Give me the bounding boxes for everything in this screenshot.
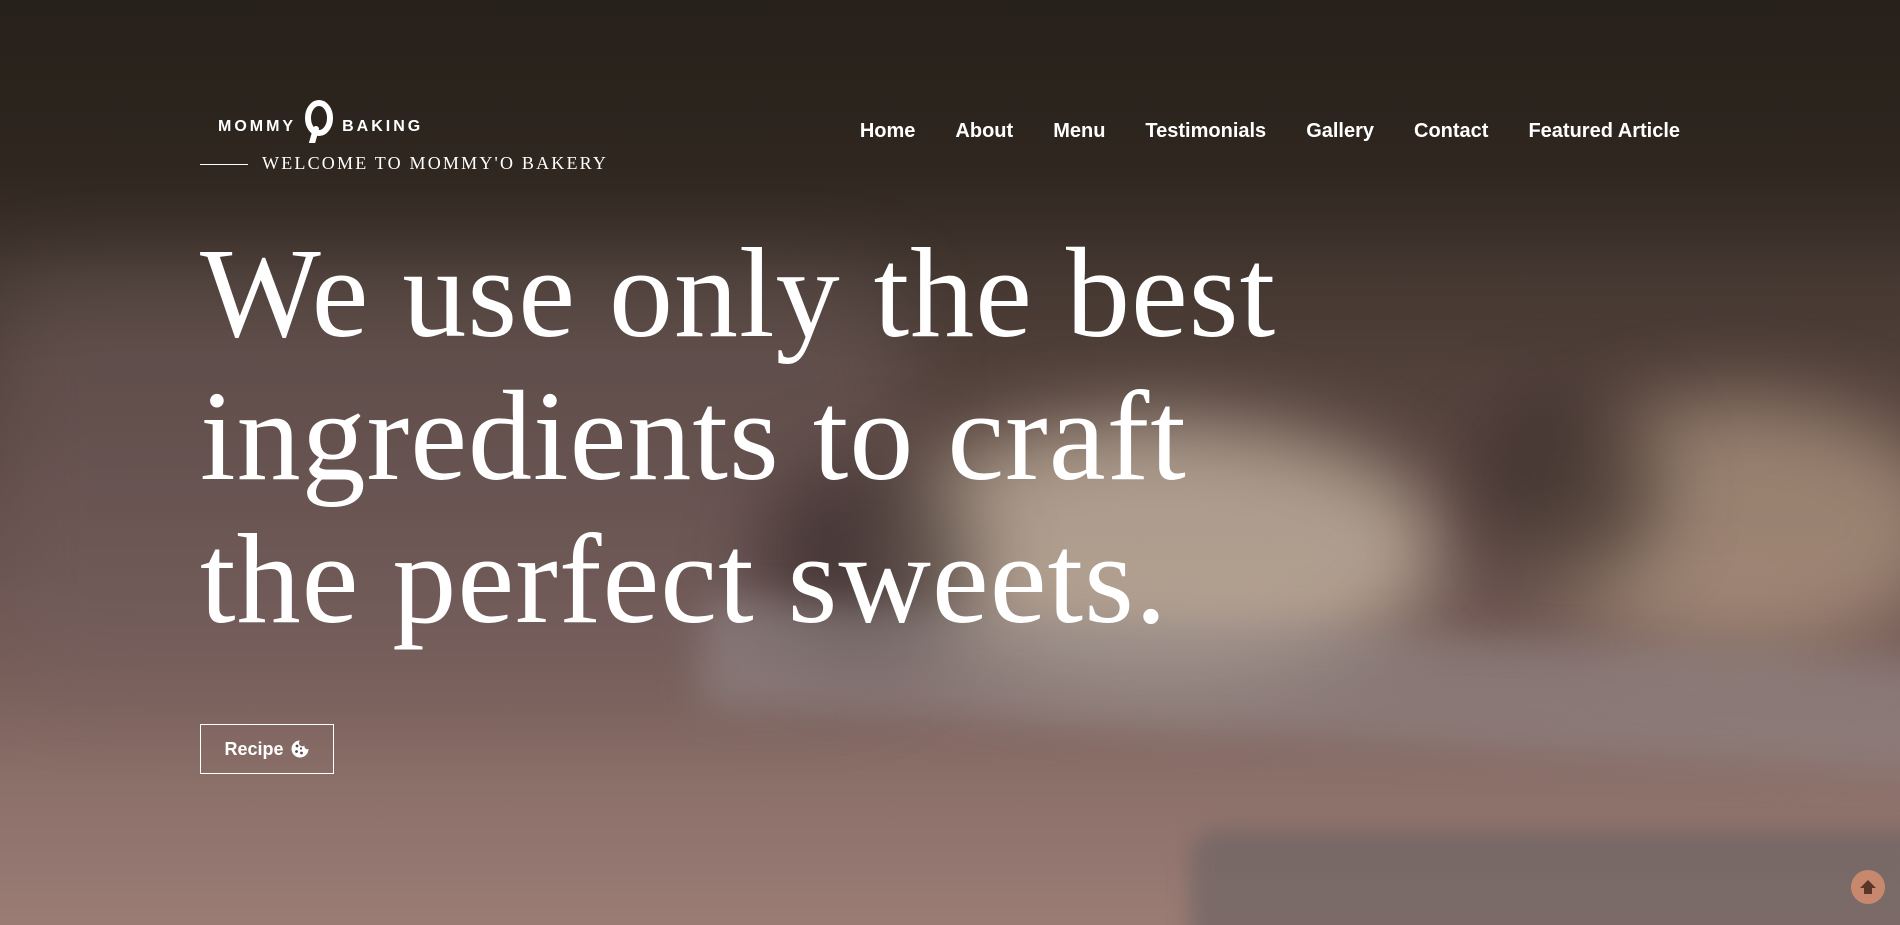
hero-section: MOMMY BAKING WELCOME TO MOMMY'O BAKERY H… bbox=[0, 0, 1900, 925]
recipe-button[interactable]: Recipe bbox=[200, 724, 334, 774]
main-nav: Home About Menu Testimonials Gallery Con… bbox=[860, 120, 1680, 143]
site-logo[interactable]: MOMMY BAKING WELCOME TO MOMMY'O BAKERY bbox=[200, 100, 620, 185]
nav-item-featured-article[interactable]: Featured Article bbox=[1528, 120, 1680, 143]
logo-tagline: WELCOME TO MOMMY'O BAKERY bbox=[262, 153, 609, 173]
logo-wordmark: MOMMY BAKING bbox=[218, 100, 424, 149]
headline-line-1: We use only the best bbox=[200, 222, 1277, 364]
recipe-button-label: Recipe bbox=[224, 738, 284, 759]
logo-divider bbox=[200, 164, 248, 165]
scroll-to-top-button[interactable] bbox=[1851, 870, 1885, 904]
cookie-icon bbox=[291, 740, 309, 758]
nav-item-contact[interactable]: Contact bbox=[1414, 120, 1488, 143]
hero-headline: We use only the best ingredients to craf… bbox=[200, 222, 1400, 651]
nav-item-home[interactable]: Home bbox=[860, 120, 916, 143]
nav-item-gallery[interactable]: Gallery bbox=[1306, 120, 1374, 143]
logo-name-left: MOMMY bbox=[218, 118, 297, 135]
arrow-up-icon bbox=[1860, 880, 1876, 894]
headline-line-3: the perfect sweets. bbox=[200, 508, 1168, 650]
nav-item-about[interactable]: About bbox=[955, 120, 1013, 143]
nav-item-testimonials[interactable]: Testimonials bbox=[1145, 120, 1266, 143]
nav-item-menu[interactable]: Menu bbox=[1053, 120, 1105, 143]
logo-name-right: BAKING bbox=[342, 118, 424, 135]
logo-q-icon bbox=[305, 100, 334, 143]
headline-line-2: ingredients to craft bbox=[200, 365, 1187, 507]
